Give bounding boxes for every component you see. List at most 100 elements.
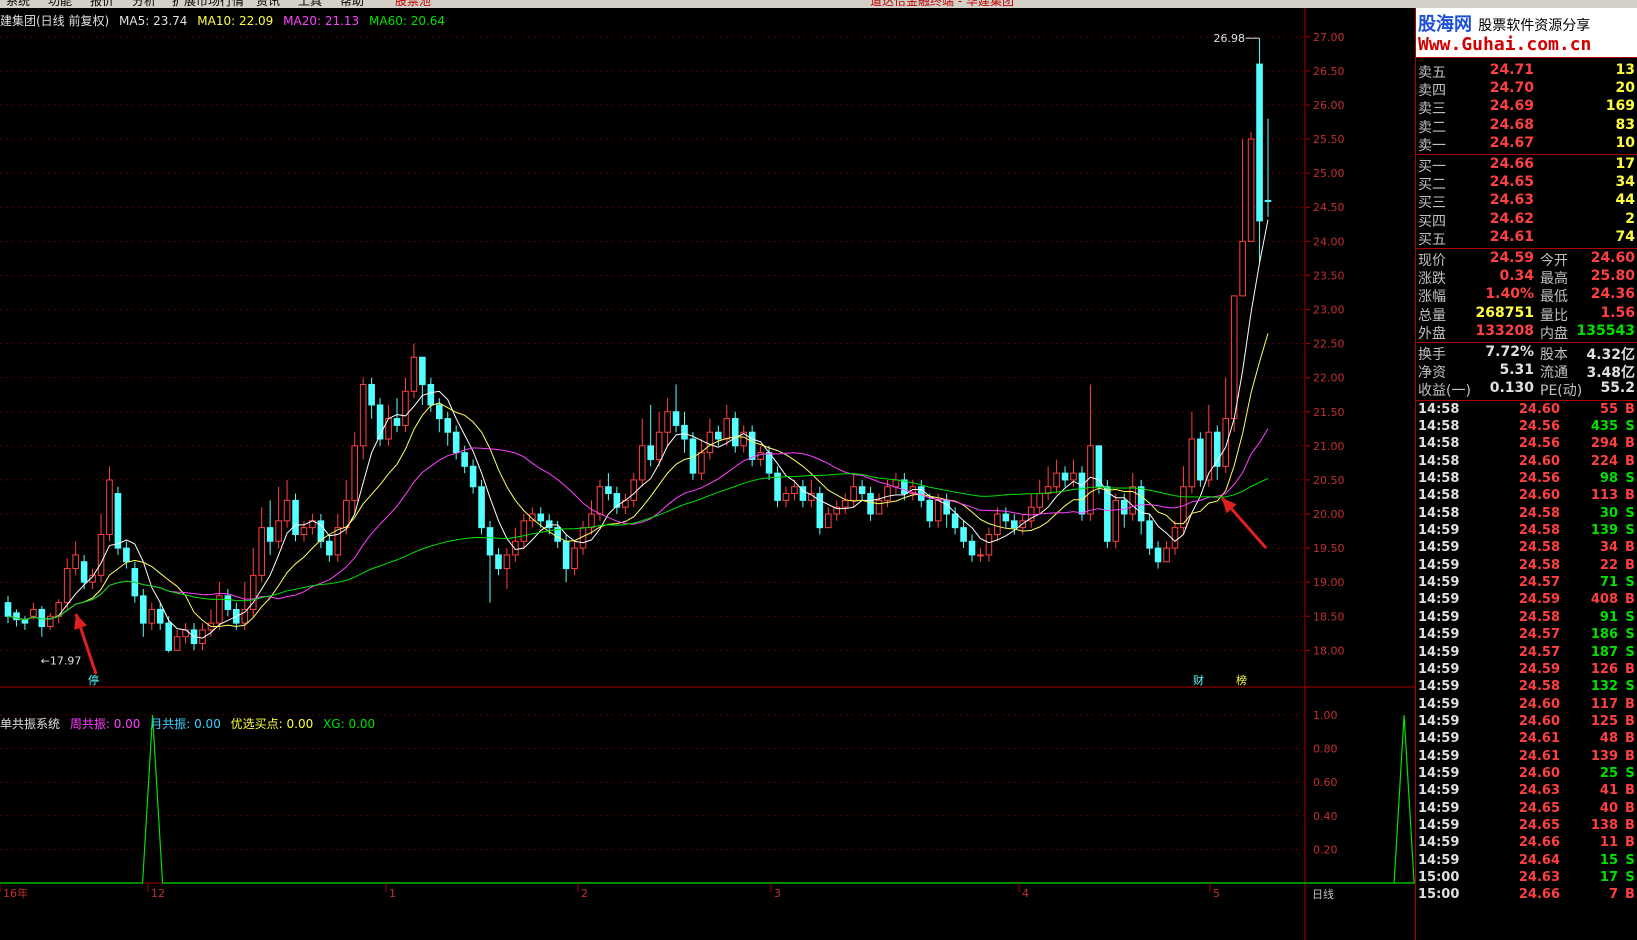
candle-body [1154,547,1162,563]
candle-body [977,554,984,557]
trade-price: 24.59 [1518,592,1560,608]
trade-row[interactable]: 14:59 24.58 34 B [1416,540,1637,558]
price-axis-label: 21.00 [1313,440,1345,453]
indicator-weekly: 周共振: 0.00 [69,717,141,731]
trade-row[interactable]: 14:59 24.66 11 B [1416,835,1637,853]
trade-row[interactable]: 14:58 24.58 30 S [1416,506,1637,524]
date-label: 2 [581,887,588,900]
trade-side: S [1625,679,1635,695]
trade-time: 14:59 [1418,540,1460,556]
trade-side: S [1625,627,1635,643]
trade-row[interactable]: 14:59 24.64 15 S [1416,853,1637,871]
candle-body [588,513,595,529]
price-axis-label: 19.50 [1313,542,1345,555]
trade-price: 24.61 [1518,731,1560,747]
trade-row[interactable]: 14:59 24.59 126 B [1416,662,1637,680]
bid-row[interactable]: 买四 24.62 2 [1416,211,1637,230]
price-axis-label: 25.50 [1313,133,1345,146]
trade-row[interactable]: 14:59 24.65 138 B [1416,818,1637,836]
ask-row[interactable]: 卖二 24.68 83 [1416,117,1637,136]
trade-row[interactable]: 14:59 24.60 125 B [1416,714,1637,732]
trade-row[interactable]: 14:59 24.60 117 B [1416,697,1637,715]
price-axis-label: 20.50 [1313,474,1345,487]
trade-side: B [1625,800,1635,816]
trade-row[interactable]: 14:59 24.60 25 S [1416,766,1637,784]
trade-row[interactable]: 14:59 24.57 187 S [1416,645,1637,663]
quote-row: 涨跌 0.34 最高 25.80 [1416,268,1637,287]
trade-time: 14:58 [1418,401,1460,417]
trade-volume: 138 [1590,818,1618,833]
menu-tools[interactable]: 工具 [298,0,322,8]
trade-row[interactable]: 15:00 24.66 7 B [1416,887,1637,905]
kline-svg[interactable]: 27.00 26.50 26.00 25.50 25.00 24.50 24.00 23.50… [0,8,1415,940]
trade-side: S [1625,852,1635,868]
ask-row[interactable]: 卖四 24.70 20 [1416,80,1637,100]
menu-extended-market[interactable]: 扩展市场行情 [172,0,244,8]
bid-row[interactable]: 买一 24.66 17 [1416,156,1637,175]
kline-chart-area[interactable]: 27.00 26.50 26.00 25.50 25.00 24.50 24.00 23.50… [0,8,1415,940]
bid-row[interactable]: 买五 24.61 74 [1416,229,1637,248]
trade-row[interactable]: 14:59 24.58 22 B [1416,558,1637,576]
trade-row[interactable]: 14:59 24.58 91 S [1416,610,1637,628]
trade-price: 24.58 [1518,609,1560,625]
trade-row[interactable]: 14:59 24.63 41 B [1416,783,1637,801]
book-price: 24.65 [1489,174,1534,191]
price-axis-label: 23.50 [1313,269,1345,282]
candle-body [1104,486,1111,542]
menu-news[interactable]: 资讯 [256,0,280,8]
trade-row[interactable]: 14:59 24.58 139 S [1416,523,1637,541]
candle-body [655,431,663,460]
trade-row[interactable]: 14:59 24.61 139 B [1416,749,1637,767]
trade-row[interactable]: 14:58 24.56 98 S [1416,471,1637,489]
candle-body [985,533,993,556]
trade-row[interactable]: 14:58 24.56 294 B [1416,436,1637,454]
menu-stock-pool[interactable]: 股票池 [395,0,431,8]
stat-value-2: 55.2 [1600,380,1635,397]
menu-help[interactable]: 帮助 [340,0,364,8]
trade-row[interactable]: 15:00 24.63 17 S [1416,870,1637,888]
trade-side: B [1625,661,1635,677]
stat-value: 133208 [1475,322,1534,339]
menu-analysis[interactable]: 分析 [132,0,156,8]
bid-row[interactable]: 买二 24.65 34 [1416,174,1637,193]
trade-volume: 125 [1590,713,1618,729]
candle-body [63,568,71,604]
trade-time: 14:58 [1418,471,1460,486]
candle-body [275,520,282,542]
trade-row[interactable]: 14:59 24.59 408 B [1416,592,1637,610]
candle-body [495,554,502,570]
ask-row[interactable]: 卖三 24.69 169 [1416,98,1637,117]
book-label: 卖二 [1418,119,1446,136]
ask-row[interactable]: 卖五 24.71 13 [1416,62,1637,81]
book-label: 卖四 [1418,83,1446,100]
candle-body [1230,295,1238,420]
trade-row[interactable]: 14:59 24.65 40 B [1416,801,1637,819]
trade-side: B [1625,731,1635,747]
trade-row[interactable]: 14:58 24.60 55 B [1416,402,1637,420]
menu-function[interactable]: 功能 [48,0,72,8]
trade-row[interactable]: 14:58 24.60 113 B [1416,488,1637,506]
date-label: 3 [774,887,781,900]
candle-body [1002,513,1010,522]
trade-volume: 41 [1599,783,1618,799]
trade-row[interactable]: 14:58 24.56 435 S [1416,419,1637,437]
price-axis-label: 20.00 [1313,508,1345,521]
trade-row[interactable]: 14:59 24.58 132 S [1416,679,1637,697]
ask-row[interactable]: 卖一 24.67 10 [1416,135,1637,154]
menu-quote[interactable]: 报价 [90,0,114,8]
candle-body [824,513,832,529]
trade-side: S [1625,418,1635,434]
menu-system[interactable]: 系统 [6,0,30,8]
trade-row[interactable]: 14:58 24.60 224 B [1416,454,1637,472]
bid-row[interactable]: 买三 24.63 44 [1416,192,1637,211]
trade-side: B [1625,592,1635,608]
trade-price: 24.58 [1518,505,1560,521]
trade-volume: 48 [1599,731,1618,747]
candle-body [698,452,705,474]
trade-price: 24.58 [1518,557,1560,573]
candle-body [664,411,671,433]
trade-row[interactable]: 14:59 24.57 71 S [1416,575,1637,593]
candle-body [38,608,46,628]
trade-row[interactable]: 14:59 24.57 186 S [1416,627,1637,645]
trade-row[interactable]: 14:59 24.61 48 B [1416,731,1637,749]
